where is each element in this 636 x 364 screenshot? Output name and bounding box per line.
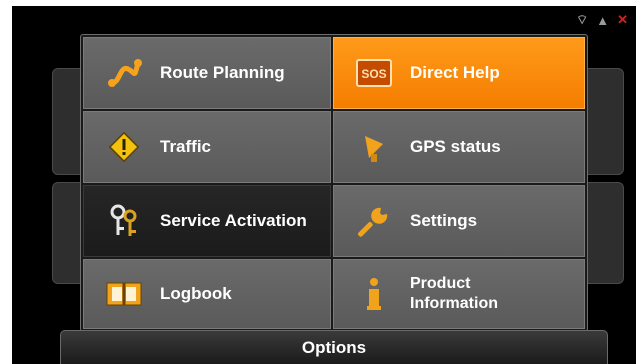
- keys-icon: [106, 203, 142, 239]
- status-bar: ⌔ ▲ ✕: [576, 10, 628, 30]
- svg-text:SOS: SOS: [361, 67, 386, 81]
- route-icon: [106, 55, 142, 91]
- product-information-line2: Information: [410, 295, 498, 312]
- traffic-warning-icon: [106, 129, 142, 165]
- settings-button[interactable]: Settings: [333, 185, 585, 257]
- product-information-label: Product Information: [410, 274, 498, 314]
- options-menu-panel: Route Planning SOS Direct Help Traffic G…: [80, 34, 588, 332]
- device-screen: ⌔ ▲ ✕ Route Planning SOS Direct Help Tra…: [12, 6, 636, 364]
- background-tile: [582, 182, 624, 284]
- satellite-dish-icon: [356, 129, 392, 165]
- info-icon: [356, 276, 392, 312]
- warning-icon: ▲: [596, 12, 610, 28]
- logbook-button[interactable]: Logbook: [83, 259, 331, 329]
- logbook-label: Logbook: [160, 284, 232, 303]
- route-planning-label: Route Planning: [160, 63, 285, 82]
- direct-help-label: Direct Help: [410, 63, 500, 82]
- traffic-button[interactable]: Traffic: [83, 111, 331, 183]
- background-tile: [582, 68, 624, 175]
- logbook-icon: [106, 276, 142, 312]
- gps-status-button[interactable]: GPS status: [333, 111, 585, 183]
- traffic-label: Traffic: [160, 137, 212, 156]
- direct-help-button[interactable]: SOS Direct Help: [333, 37, 585, 109]
- product-information-button[interactable]: Product Information: [333, 259, 585, 329]
- route-planning-button[interactable]: Route Planning: [83, 37, 331, 109]
- options-button[interactable]: Options: [60, 330, 608, 364]
- settings-label: Settings: [410, 211, 478, 230]
- wrench-icon: [356, 203, 392, 239]
- sos-icon: SOS: [356, 55, 392, 91]
- service-activation-button[interactable]: Service Activation: [83, 185, 331, 257]
- gps-status-label: GPS status: [410, 137, 501, 156]
- satellite-icon: ⌔: [575, 12, 589, 27]
- service-activation-label: Service Activation: [160, 211, 307, 230]
- product-information-line1: Product: [410, 275, 471, 292]
- flag-icon: ✕: [617, 12, 628, 27]
